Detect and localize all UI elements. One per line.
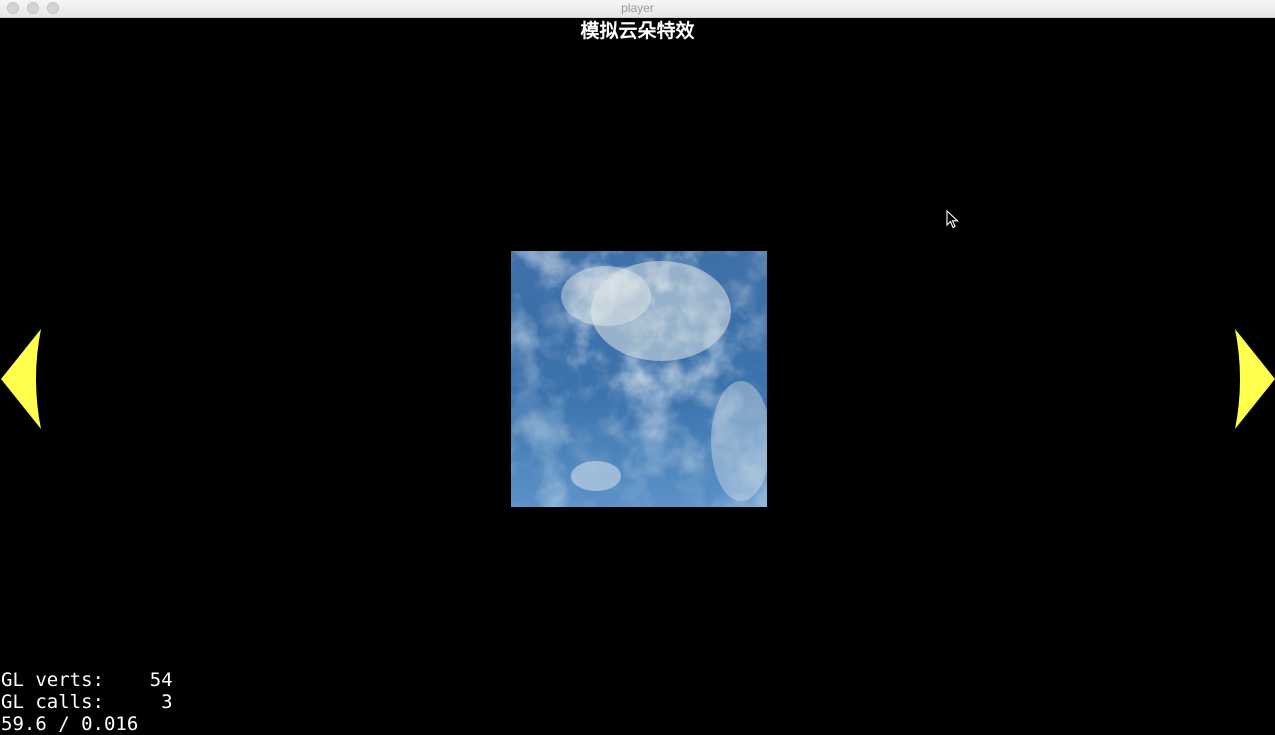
mouse-pointer-icon: [946, 209, 960, 230]
triangle-left-icon: [1, 329, 41, 429]
gl-verts-stat: GL verts: 54: [1, 669, 173, 691]
scene-title: 模拟云朵特效: [580, 20, 695, 42]
fps-stat: 59.6 / 0.016: [1, 713, 139, 735]
triangle-right-icon: [1235, 329, 1275, 429]
cloud-effect-sprite: [511, 251, 767, 507]
render-stats: GL verts: 54 GL calls: 3 59.6 / 0.016: [1, 669, 173, 735]
next-scene-button[interactable]: [1235, 329, 1275, 429]
previous-scene-button[interactable]: [1, 329, 41, 429]
window-title: player: [621, 1, 654, 15]
player-window: player 模拟云朵特效 GL verts: 54 GL calls: 3 5…: [0, 0, 1275, 735]
window-titlebar[interactable]: player: [0, 0, 1275, 18]
gl-calls-stat: GL calls: 3: [1, 691, 173, 713]
